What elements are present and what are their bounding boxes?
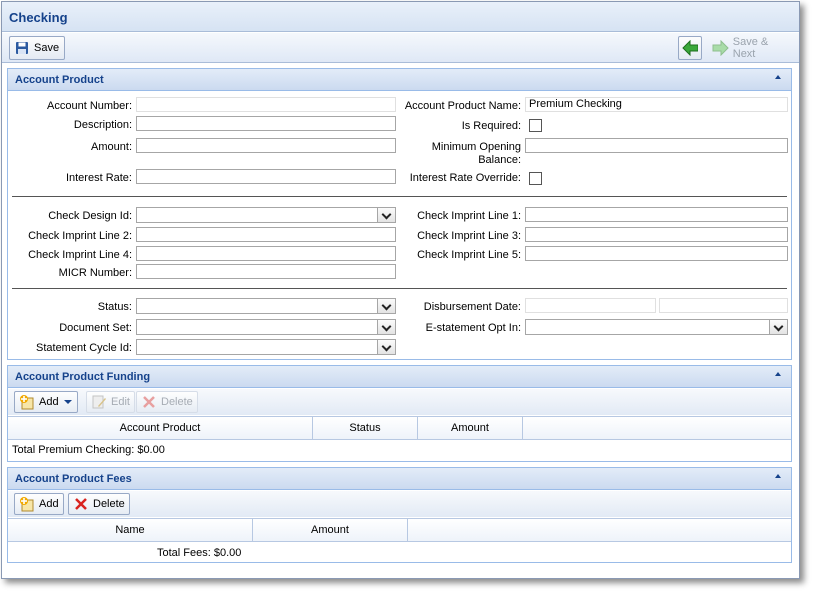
check-design-label: Check Design Id: <box>48 210 132 222</box>
main-toolbar: Save Save & Next <box>2 33 799 63</box>
delete-icon <box>75 498 87 510</box>
chevron-down-icon[interactable] <box>377 299 395 313</box>
amount-field[interactable] <box>136 138 396 153</box>
imprint4-field[interactable] <box>136 246 396 261</box>
save-and-next-button[interactable]: Save & Next <box>706 36 799 60</box>
funding-delete-button[interactable]: Delete <box>136 391 198 413</box>
arrow-right-icon <box>712 40 729 56</box>
fees-panel: Account Product Fees Add Delete Name Amo… <box>7 467 792 563</box>
save-button-label: Save <box>34 42 60 54</box>
micr-field[interactable] <box>136 264 396 279</box>
document-set-label: Document Set: <box>59 322 132 334</box>
statement-cycle-label: Statement Cycle Id: <box>36 342 132 354</box>
micr-label: MICR Number: <box>58 267 132 279</box>
chevron-down-icon[interactable] <box>377 340 395 354</box>
add-icon <box>20 497 34 512</box>
funding-toolbar: Add Edit Delete <box>8 389 791 415</box>
collapse-icon[interactable] <box>775 474 781 478</box>
status-label: Status: <box>97 301 132 313</box>
fees-total: Total Fees: $0.00 <box>157 547 242 559</box>
column-header[interactable]: Amount <box>418 417 523 439</box>
funding-title: Account Product Funding <box>15 371 151 383</box>
interest-rate-label: Interest Rate: <box>65 172 132 184</box>
collapse-icon[interactable] <box>775 372 781 376</box>
fees-toolbar: Add Delete <box>8 491 791 517</box>
caret-down-icon <box>63 400 72 404</box>
funding-add-label: Add <box>39 396 59 408</box>
chevron-down-icon[interactable] <box>377 208 395 222</box>
min-opening-balance-field[interactable] <box>525 138 788 153</box>
column-header[interactable]: Name <box>8 519 253 541</box>
interest-override-label: Interest Rate Override: <box>409 172 521 184</box>
imprint3-label: Check Imprint Line 3: <box>417 230 521 242</box>
description-field[interactable] <box>136 116 396 131</box>
check-design-select[interactable] <box>136 207 396 223</box>
add-icon <box>20 395 34 410</box>
edit-icon <box>92 395 106 409</box>
section-divider <box>12 196 787 197</box>
delete-icon <box>143 396 155 408</box>
account-product-title: Account Product <box>15 74 104 86</box>
title-bar: Checking <box>2 2 799 32</box>
interest-override-checkbox[interactable] <box>529 172 542 185</box>
funding-panel: Account Product Funding Add Edit Delete … <box>7 365 792 462</box>
funding-edit-button[interactable]: Edit <box>86 391 135 413</box>
account-number-label: Account Number: <box>47 100 132 112</box>
fees-title: Account Product Fees <box>15 473 132 485</box>
imprint1-label: Check Imprint Line 1: <box>417 210 521 222</box>
funding-add-button[interactable]: Add <box>14 391 78 413</box>
fees-delete-label: Delete <box>93 498 125 510</box>
min-opening-label-1: Minimum Opening <box>431 141 521 153</box>
fees-add-button[interactable]: Add <box>14 493 64 515</box>
column-header[interactable]: Account Product <box>8 417 313 439</box>
disbursement-date-label: Disbursement Date: <box>423 301 521 313</box>
funding-edit-label: Edit <box>111 396 130 408</box>
funding-delete-label: Delete <box>161 396 193 408</box>
back-button[interactable] <box>678 36 702 60</box>
interest-rate-field[interactable] <box>136 169 396 184</box>
fees-add-label: Add <box>39 498 59 510</box>
statement-cycle-select[interactable] <box>136 339 396 355</box>
imprint5-label: Check Imprint Line 5: <box>417 249 521 261</box>
section-divider <box>12 288 787 289</box>
imprint2-label: Check Imprint Line 2: <box>28 230 132 242</box>
description-label: Description: <box>73 119 132 131</box>
account-product-panel: Account Product Account Number: Descript… <box>7 68 792 360</box>
imprint4-label: Check Imprint Line 4: <box>28 249 132 261</box>
save-and-next-label: Save & Next <box>732 36 769 60</box>
disbursement-date-field[interactable] <box>525 298 656 313</box>
amount-label: Amount: <box>91 141 132 153</box>
window-title: Checking <box>9 10 68 25</box>
fees-grid-header: Name Amount <box>8 518 791 542</box>
fees-delete-button[interactable]: Delete <box>68 493 130 515</box>
funding-header[interactable]: Account Product Funding <box>8 366 791 388</box>
min-opening-label-2: Balance: <box>478 154 521 166</box>
product-name-field[interactable]: Premium Checking <box>525 97 788 112</box>
status-select[interactable] <box>136 298 396 314</box>
estatement-label: E-statement Opt In: <box>425 322 521 334</box>
chevron-down-icon[interactable] <box>377 320 395 334</box>
account-product-header[interactable]: Account Product <box>8 69 791 91</box>
arrow-left-icon <box>682 40 698 56</box>
document-set-select[interactable] <box>136 319 396 335</box>
imprint3-field[interactable] <box>525 227 788 242</box>
is-required-label: Is Required: <box>461 120 521 132</box>
estatement-select[interactable] <box>525 319 788 335</box>
funding-grid-header: Account Product Status Amount <box>8 416 791 440</box>
is-required-checkbox[interactable] <box>529 119 542 132</box>
account-number-field[interactable] <box>136 97 396 112</box>
collapse-icon[interactable] <box>775 75 781 79</box>
product-name-label: Account Product Name: <box>404 100 521 112</box>
disbursement-time-field[interactable] <box>659 298 788 313</box>
imprint1-field[interactable] <box>525 207 788 222</box>
floppy-disk-icon <box>16 42 28 54</box>
imprint5-field[interactable] <box>525 246 788 261</box>
imprint2-field[interactable] <box>136 227 396 242</box>
fees-header[interactable]: Account Product Fees <box>8 468 791 490</box>
column-header[interactable]: Amount <box>253 519 408 541</box>
column-header[interactable]: Status <box>313 417 418 439</box>
save-button[interactable]: Save <box>9 36 66 60</box>
chevron-down-icon[interactable] <box>769 320 787 334</box>
funding-total: Total Premium Checking: $0.00 <box>12 444 165 456</box>
